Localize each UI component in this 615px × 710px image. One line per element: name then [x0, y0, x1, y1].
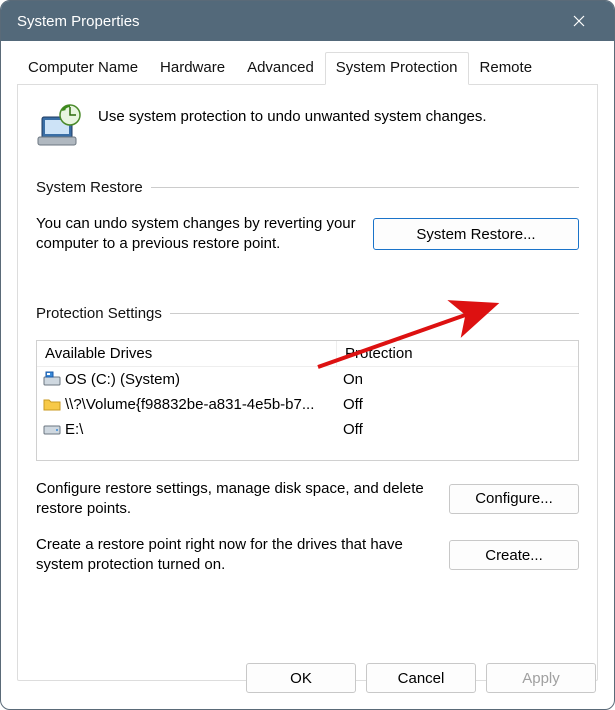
configure-button[interactable]: Configure... [449, 484, 579, 514]
client-area: Computer Name Hardware Advanced System P… [1, 41, 614, 709]
system-restore-button[interactable]: System Restore... [373, 218, 579, 250]
drives-header: Available Drives Protection [37, 341, 578, 367]
window-title: System Properties [17, 13, 556, 30]
drive-protection: Off [337, 419, 578, 440]
dialog-footer: OK Cancel Apply [246, 663, 596, 693]
cancel-button[interactable]: Cancel [366, 663, 476, 693]
ok-button[interactable]: OK [246, 663, 356, 693]
system-properties-window: System Properties Computer Name Hardware… [0, 0, 615, 710]
tab-strip: Computer Name Hardware Advanced System P… [17, 51, 598, 85]
tab-remote[interactable]: Remote [469, 52, 544, 85]
apply-button[interactable]: Apply [486, 663, 596, 693]
tab-panel-system-protection: Use system protection to undo unwanted s… [17, 85, 598, 681]
create-row: Create a restore point right now for the… [36, 535, 579, 576]
col-protection[interactable]: Protection [337, 341, 578, 367]
drive-name: \\?\Volume{f98832be-a831-4e5b-b7... [65, 396, 314, 413]
drive-protection: Off [337, 394, 578, 415]
col-available-drives[interactable]: Available Drives [37, 341, 337, 367]
configure-desc: Configure restore settings, manage disk … [36, 479, 431, 520]
tab-advanced[interactable]: Advanced [236, 52, 325, 85]
intro-section: Use system protection to undo unwanted s… [36, 101, 579, 149]
system-protection-icon [36, 101, 84, 149]
create-button[interactable]: Create... [449, 540, 579, 570]
drive-icon [43, 421, 61, 437]
configure-row: Configure restore settings, manage disk … [36, 479, 579, 520]
intro-text: Use system protection to undo unwanted s… [98, 101, 487, 127]
protection-settings-legend: Protection Settings [36, 305, 162, 322]
table-row[interactable]: E:\ Off [37, 417, 578, 442]
divider [151, 187, 579, 188]
drives-rows: OS (C:) (System) On \\?\Volume{f98832be-… [37, 367, 578, 460]
drive-name: E:\ [65, 421, 83, 438]
os-drive-icon [43, 371, 61, 387]
create-desc: Create a restore point right now for the… [36, 535, 431, 576]
tab-hardware[interactable]: Hardware [149, 52, 236, 85]
drives-table[interactable]: Available Drives Protection OS [36, 340, 579, 461]
tab-computer-name[interactable]: Computer Name [17, 52, 149, 85]
divider [170, 313, 579, 314]
drive-protection: On [337, 369, 578, 390]
titlebar[interactable]: System Properties [1, 1, 614, 41]
close-icon [573, 15, 585, 27]
table-row[interactable]: OS (C:) (System) On [37, 367, 578, 392]
protection-settings-group: Protection Settings Available Drives Pro… [36, 305, 579, 576]
folder-icon [43, 396, 61, 412]
tab-system-protection[interactable]: System Protection [325, 52, 469, 85]
table-row[interactable]: \\?\Volume{f98832be-a831-4e5b-b7... Off [37, 392, 578, 417]
system-restore-legend: System Restore [36, 179, 143, 196]
system-restore-group: System Restore You can undo system chang… [36, 179, 579, 255]
close-button[interactable] [556, 1, 602, 41]
drive-name: OS (C:) (System) [65, 371, 180, 388]
system-restore-desc: You can undo system changes by reverting… [36, 214, 361, 255]
